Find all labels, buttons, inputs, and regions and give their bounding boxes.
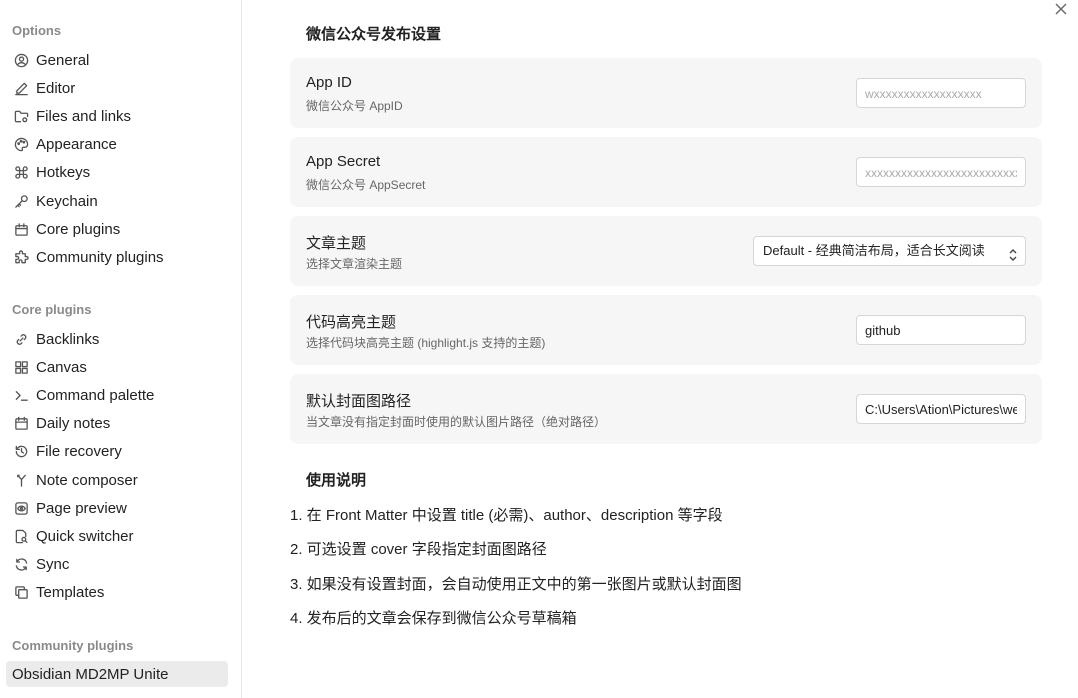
sidebar-item-label: Note composer — [36, 471, 138, 489]
app-secret-input[interactable] — [856, 157, 1026, 187]
setting-name: 默认封面图路径 — [306, 393, 412, 410]
sidebar-item-label: Templates — [36, 583, 105, 601]
list-item: 1. 在 Front Matter 中设置 title (必需)、author、… — [290, 507, 723, 524]
terminal-icon — [12, 386, 30, 404]
key-icon — [12, 192, 30, 210]
sidebar-item-general[interactable]: General — [6, 47, 228, 73]
layout-grid-icon — [12, 358, 30, 376]
section-title: 微信公众号发布设置 — [306, 26, 442, 43]
sidebar-item-label: Page preview — [36, 499, 127, 517]
sidebar-item-file-recovery[interactable]: File recovery — [6, 438, 228, 464]
setting-description: 微信公众号 AppID — [306, 99, 403, 113]
setting-name: 文章主题 — [306, 235, 367, 252]
calendar-icon — [12, 414, 30, 432]
sidebar-item-label: Community plugins — [36, 248, 164, 266]
list-item: 4. 发布后的文章会保存到微信公众号草稿箱 — [290, 610, 577, 627]
eye-icon — [12, 499, 30, 517]
sidebar-item-label: Hotkeys — [36, 163, 91, 181]
sidebar-item-label: Command palette — [36, 386, 155, 404]
setting-code-highlight-theme: 代码高亮主题 选择代码块高亮主题 (highlight.js 支持的主题) — [290, 295, 1042, 365]
setting-app-id: App ID 微信公众号 AppID — [290, 58, 1042, 128]
sidebar-item-obsidian-md2mp-unite[interactable]: Obsidian MD2MP Unite — [6, 661, 228, 687]
setting-app-secret: App Secret 微信公众号 AppSecret — [290, 137, 1042, 207]
sidebar-item-appearance[interactable]: Appearance — [6, 131, 228, 157]
setting-article-theme: 文章主题 选择文章渲染主题 Default - 经典简洁布局，适合长文阅读 — [290, 216, 1042, 286]
sidebar-item-canvas[interactable]: Canvas — [6, 354, 228, 380]
setting-description: 微信公众号 AppSecret — [306, 178, 426, 192]
list-item: 3. 如果没有设置封面，会自动使用正文中的第一张图片或默认封面图 — [290, 576, 742, 593]
copy-icon — [12, 583, 30, 601]
usage-title: 使用说明 — [306, 472, 367, 489]
sidebar-item-backlinks[interactable]: Backlinks — [6, 326, 228, 352]
sidebar-item-label: Obsidian MD2MP Unite — [12, 665, 169, 683]
sidebar-item-label: Appearance — [36, 135, 117, 153]
plug-icon — [12, 220, 30, 238]
core-plugins-section-title: Core plugins — [12, 302, 92, 317]
sync-icon — [12, 555, 30, 573]
sidebar-item-editor[interactable]: Editor — [6, 75, 228, 101]
cover-path-input[interactable] — [856, 394, 1026, 424]
setting-name: 代码高亮主题 — [306, 314, 397, 331]
sidebar-item-label: Core plugins — [36, 220, 121, 238]
sidebar-item-label: Sync — [36, 555, 70, 573]
close-icon — [1054, 3, 1068, 20]
chevron-up-down-icon — [1007, 244, 1019, 261]
setting-description: 选择文章渲染主题 — [306, 257, 403, 271]
sidebar-item-label: Files and links — [36, 107, 132, 125]
sidebar-item-community-plugins[interactable]: Community plugins — [6, 244, 228, 270]
list-item: 2. 可选设置 cover 字段指定封面图路径 — [290, 541, 547, 558]
sidebar-item-sync[interactable]: Sync — [6, 551, 228, 577]
settings-sidebar: Options General Editor Files and links A… — [0, 0, 242, 698]
setting-default-cover-path: 默认封面图路径 当文章没有指定封面时使用的默认图片路径（绝对路径） — [290, 374, 1042, 444]
sidebar-item-keychain[interactable]: Keychain — [6, 188, 228, 214]
merge-icon — [12, 471, 30, 489]
sidebar-item-templates[interactable]: Templates — [6, 579, 228, 605]
options-section-title: Options — [12, 23, 62, 38]
link-icon — [12, 330, 30, 348]
sidebar-item-note-composer[interactable]: Note composer — [6, 467, 228, 493]
sidebar-item-label: Backlinks — [36, 330, 100, 348]
sidebar-item-label: Quick switcher — [36, 527, 134, 545]
file-search-icon — [12, 527, 30, 545]
sidebar-item-label: General — [36, 51, 90, 69]
history-icon — [12, 442, 30, 460]
palette-icon — [12, 135, 30, 153]
sidebar-item-label: Keychain — [36, 192, 98, 210]
settings-content: 微信公众号发布设置 App ID 微信公众号 AppID App Secret … — [242, 0, 1078, 698]
sidebar-item-quick-switcher[interactable]: Quick switcher — [6, 523, 228, 549]
sidebar-item-hotkeys[interactable]: Hotkeys — [6, 159, 228, 185]
pencil-icon — [12, 79, 30, 97]
app-id-input[interactable] — [856, 78, 1026, 108]
close-button[interactable] — [1054, 2, 1070, 18]
setting-name: App Secret — [306, 153, 381, 170]
user-circle-icon — [12, 51, 30, 69]
community-plugins-section-title: Community plugins — [12, 638, 134, 653]
setting-description: 选择代码块高亮主题 (highlight.js 支持的主题) — [306, 336, 546, 350]
setting-name: App ID — [306, 74, 352, 91]
sidebar-item-daily-notes[interactable]: Daily notes — [6, 410, 228, 436]
folder-cog-icon — [12, 107, 30, 125]
sidebar-item-page-preview[interactable]: Page preview — [6, 495, 228, 521]
sidebar-item-label: Daily notes — [36, 414, 111, 432]
command-icon — [12, 163, 30, 181]
sidebar-item-files-and-links[interactable]: Files and links — [6, 103, 228, 129]
code-theme-input[interactable] — [856, 315, 1026, 345]
sidebar-item-label: File recovery — [36, 442, 122, 460]
sidebar-item-command-palette[interactable]: Command palette — [6, 382, 228, 408]
sidebar-item-label: Canvas — [36, 358, 87, 376]
puzzle-icon — [12, 248, 30, 266]
sidebar-item-core-plugins[interactable]: Core plugins — [6, 216, 228, 242]
select-value: Default - 经典简洁布局，适合长文阅读 — [763, 243, 985, 258]
setting-description: 当文章没有指定封面时使用的默认图片路径（绝对路径） — [306, 415, 607, 429]
sidebar-item-label: Editor — [36, 79, 76, 97]
article-theme-select[interactable]: Default - 经典简洁布局，适合长文阅读 — [753, 236, 1026, 266]
